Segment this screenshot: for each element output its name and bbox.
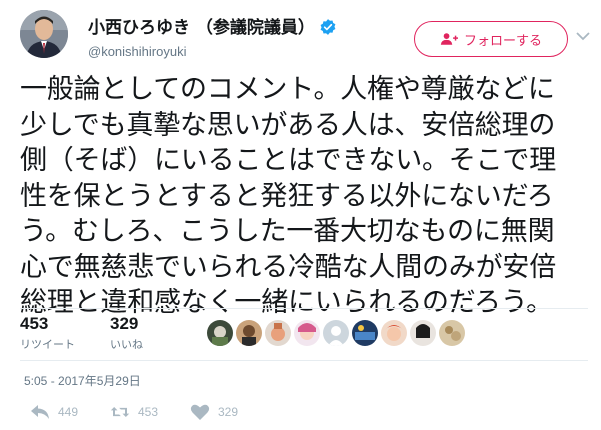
- tweet-text-line: 一般論としてのコメント。人権や尊厳などに: [20, 74, 555, 105]
- tweet-timestamp[interactable]: 5:05 - 2017年5月29日: [24, 372, 141, 389]
- follow-button-label: フォローする: [463, 33, 542, 49]
- author-display-name[interactable]: 小西ひろゆき （参議院議員）: [88, 13, 315, 38]
- retweet-count: 453: [138, 405, 159, 419]
- retweet-stat-count: 453: [20, 314, 49, 333]
- tweet-text-line: 側（そば）にいることはできない。そこで理: [20, 145, 556, 176]
- liker-avatar[interactable]: [236, 320, 262, 346]
- retweet-button[interactable]: 453: [110, 403, 158, 421]
- tweet-header: 小西ひろゆき （参議院議員） @konishihiroyuki フォローする: [20, 10, 590, 64]
- author-avatar[interactable]: [20, 10, 68, 58]
- author-handle[interactable]: @konishihiroyuki: [88, 44, 337, 59]
- reply-button[interactable]: 449: [30, 403, 78, 421]
- like-stat-label: いいね: [110, 338, 143, 351]
- tweet-text-line: 少しでも真摯な思いがある人は、安倍総理の: [20, 109, 556, 141]
- chevron-down-icon[interactable]: [575, 30, 591, 42]
- reply-count: 449: [58, 405, 79, 419]
- tweet-actions: 449 453 329: [20, 398, 588, 426]
- follow-person-plus-icon: [440, 33, 458, 45]
- like-button[interactable]: 329: [190, 403, 238, 421]
- tweet-text-line: 心で無慈悲でいられる冷酷な人間のみが安倍: [20, 251, 556, 283]
- like-stat-count: 329: [110, 314, 139, 333]
- liker-avatar[interactable]: [323, 320, 349, 346]
- divider: [20, 308, 588, 309]
- reply-icon: [31, 405, 49, 419]
- retweet-stat[interactable]: 453 リツイート: [20, 314, 75, 352]
- heart-icon: [190, 404, 210, 420]
- liker-avatar[interactable]: [207, 320, 233, 346]
- tweet-text-line: 性を保とうとすると発狂する以外にないだろ: [20, 180, 554, 212]
- tweet-text-line: う。むしろ、こうした一番大切なものに無関: [20, 216, 555, 247]
- liker-avatars: [207, 320, 465, 346]
- liker-avatar[interactable]: [294, 320, 320, 346]
- liker-avatar[interactable]: [352, 320, 378, 346]
- liker-avatar[interactable]: [265, 320, 291, 346]
- author-name-block: 小西ひろゆき （参議院議員） @konishihiroyuki: [88, 13, 337, 59]
- retweet-stat-label: リツイート: [20, 338, 75, 351]
- liker-avatar[interactable]: [410, 320, 436, 346]
- retweet-icon: [110, 407, 130, 417]
- like-stat[interactable]: 329 いいね: [110, 314, 143, 352]
- tweet-text: 一般論としてのコメント。人権や尊厳などに 少しでも真摯な思いがある人は、安倍総理…: [20, 72, 588, 321]
- verified-badge-icon: [320, 19, 336, 35]
- like-count: 329: [218, 405, 239, 419]
- follow-button[interactable]: フォローする: [414, 21, 568, 57]
- divider: [20, 360, 588, 361]
- liker-avatar[interactable]: [381, 320, 407, 346]
- tweet-stats: 453 リツイート 329 いいね: [20, 310, 588, 358]
- liker-avatar[interactable]: [439, 320, 465, 346]
